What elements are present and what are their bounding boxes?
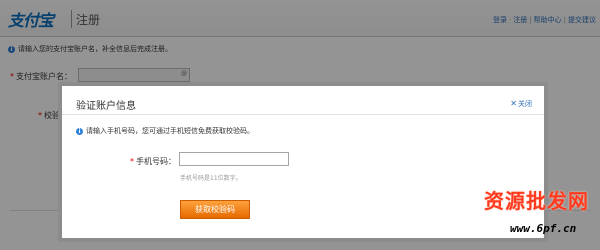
watermark-url: www.6pf.cn (510, 222, 577, 235)
phone-label: * 手机号码： (130, 156, 176, 167)
dialog-header: 验证账户信息 ✕关闭 (62, 86, 544, 115)
phone-number-input[interactable] (179, 152, 289, 166)
get-verification-code-button[interactable]: 获取校验码 (180, 200, 250, 219)
close-icon: ✕ (510, 99, 517, 108)
close-button[interactable]: ✕关闭 (510, 99, 532, 109)
phone-label-text: 手机号码： (136, 157, 176, 166)
dialog-title: 验证账户信息 (76, 101, 136, 112)
required-marker: * (130, 157, 134, 166)
verify-account-dialog: 验证账户信息 ✕关闭 i 请输入手机号码，您可通过手机短信免费获取校验码。 * 手机… (58, 82, 548, 242)
watermark-text: 资源批发网 (484, 189, 589, 213)
phone-hint: 手机号码是11位数字。 (180, 175, 242, 182)
dialog-info-message: i 请输入手机号码，您可通过手机短信免费获取校验码。 (76, 126, 254, 136)
dialog-info-text: 请输入手机号码，您可通过手机短信免费获取校验码。 (86, 127, 254, 135)
close-label: 关闭 (518, 100, 532, 108)
info-icon: i (76, 127, 83, 135)
